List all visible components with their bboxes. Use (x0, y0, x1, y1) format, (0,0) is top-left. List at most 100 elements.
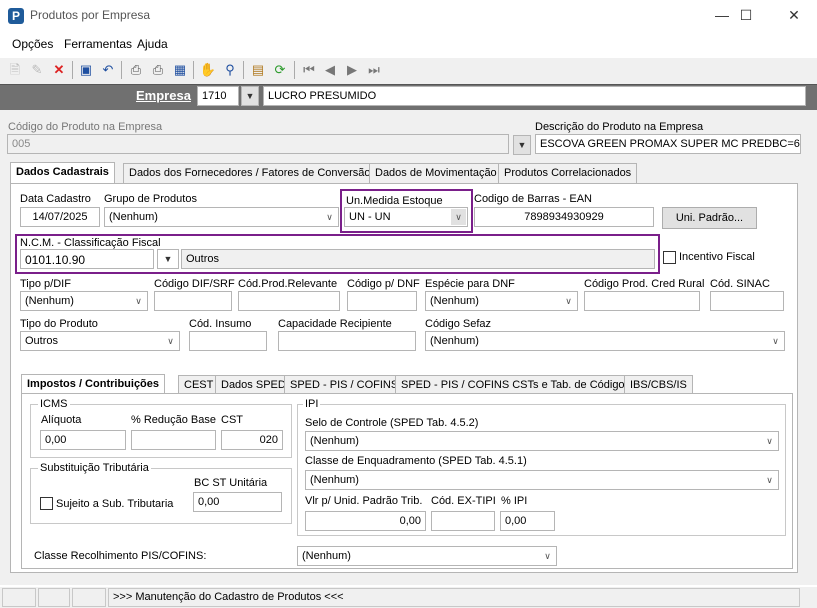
chevron-down-icon: ∨ (766, 436, 773, 446)
chevron-down-icon: ∨ (451, 209, 466, 225)
empresa-name-field: LUCRO PRESUMIDO (263, 86, 806, 106)
undo-icon[interactable]: ↶ (99, 61, 117, 79)
cod-insumo-input[interactable] (189, 331, 267, 351)
data-cadastro-input[interactable]: 14/07/2025 (20, 207, 100, 227)
codigo-dropdown-icon[interactable]: ▼ (513, 135, 531, 155)
reducao-label: % Redução Base (131, 414, 216, 426)
tab-cest[interactable]: CEST (178, 375, 220, 395)
tipo-dif-select[interactable]: (Nenhum) ∨ (20, 291, 148, 311)
export-icon[interactable]: ▦ (171, 61, 189, 79)
tab-sped-pis[interactable]: SPED - PIS / COFINS (284, 375, 405, 395)
cod-sinac-label: Cód. SINAC (710, 278, 770, 290)
descricao-input[interactable]: ESCOVA GREEN PROMAX SUPER MC PREDBC=65% (535, 134, 801, 154)
tab-correlacionados[interactable]: Produtos Correlacionados (498, 163, 638, 183)
tab-sped-pis-csts[interactable]: SPED - PIS / COFINS CSTs e Tab. de Códig… (395, 375, 637, 395)
aliquota-input[interactable]: 0,00 (40, 430, 126, 450)
cod-prod-rel-input[interactable] (238, 291, 340, 311)
save-icon[interactable]: ▣ (77, 61, 95, 79)
tab-fornecedores[interactable]: Dados dos Fornecedores / Fatores de Conv… (123, 163, 377, 183)
grupo-select[interactable]: (Nenhum) ∨ (104, 207, 339, 227)
print-preview-icon[interactable]: ⎙ (149, 61, 167, 79)
pis-cofins-label: Classe Recolhimento PIS/COFINS: (34, 550, 207, 562)
bc-st-label: BC ST Unitária (194, 477, 268, 489)
cod-prod-rel-label: Cód.Prod.Relevante (238, 278, 338, 290)
ex-tipi-label: Cód. EX-TIPI (431, 495, 496, 507)
pis-cofins-select[interactable]: (Nenhum) ∨ (297, 546, 557, 566)
ncm-input[interactable]: 0101.10.90 (20, 249, 154, 269)
especie-dnf-select[interactable]: (Nenhum) ∨ (425, 291, 578, 311)
st-group-label: Substituição Tributária (38, 462, 151, 474)
toolbar-separator (243, 61, 244, 79)
close-icon[interactable]: ✕ (771, 0, 817, 32)
status-cell (38, 588, 70, 607)
reducao-input[interactable] (131, 430, 216, 450)
maximize-icon[interactable]: ☐ (723, 0, 769, 32)
vlr-label: Vlr p/ Unid. Padrão Trib. (305, 495, 423, 507)
cod-sefaz-label: Código Sefaz (425, 318, 492, 330)
cod-dif-input[interactable] (154, 291, 232, 311)
pct-ipi-input[interactable]: 0,00 (500, 511, 555, 531)
menu-opcoes[interactable]: Opções (12, 37, 53, 51)
incentivo-checkbox[interactable] (663, 251, 676, 264)
delete-icon[interactable]: ✕ (50, 61, 68, 79)
empresa-code-input[interactable]: 1710 (197, 86, 239, 106)
cod-sefaz-select[interactable]: (Nenhum) ∨ (425, 331, 785, 351)
empresa-label: Empresa (136, 88, 191, 103)
chevron-down-icon: ∨ (565, 296, 572, 306)
aliquota-label: Alíquota (41, 414, 82, 426)
cod-sinac-input[interactable] (710, 291, 784, 311)
tab-dados-cadastrais[interactable]: Dados Cadastrais (10, 162, 115, 184)
hand-icon[interactable]: ✋ (199, 61, 217, 79)
cod-cred-label: Código Prod. Cred Rural (584, 278, 705, 290)
next-icon[interactable]: ▶ (343, 61, 361, 79)
print-icon[interactable]: ⎙ (127, 61, 145, 79)
toolbar (0, 58, 817, 84)
ean-input[interactable]: 7898934930929 (474, 207, 654, 227)
un-padrao-button[interactable]: Uni. Padrão... (662, 207, 757, 229)
toolbar-separator (72, 61, 73, 79)
last-icon[interactable]: ⏭ (365, 61, 383, 79)
selo-select[interactable]: (Nenhum) ∨ (305, 431, 779, 451)
cod-cred-input[interactable] (584, 291, 700, 311)
um-label: Un.Medida Estoque (346, 195, 443, 207)
cod-insumo-label: Cód. Insumo (189, 318, 252, 330)
chevron-down-icon: ∨ (772, 336, 779, 346)
cst-input[interactable]: 020 (221, 430, 283, 450)
ex-tipi-input[interactable] (431, 511, 495, 531)
config-icon[interactable]: ▤ (249, 61, 267, 79)
cod-dnf-label: Código p/ DNF (347, 278, 420, 290)
um-select[interactable]: UN - UN ∨ (344, 207, 468, 227)
cod-dnf-input[interactable] (347, 291, 417, 311)
tab-movimentacao[interactable]: Dados de Movimentação (369, 163, 503, 183)
ncm-dropdown-icon[interactable]: ▼ (157, 249, 179, 269)
tab-dados-sped[interactable]: Dados SPED (215, 375, 292, 395)
tab-ibs-cbs[interactable]: IBS/CBS/IS (624, 375, 693, 395)
sub-tributaria-checkbox[interactable] (40, 497, 53, 510)
capacidade-input[interactable] (278, 331, 416, 351)
capacidade-label: Capacidade Recipiente (278, 318, 392, 330)
chevron-down-icon: ∨ (135, 296, 142, 306)
vlr-input[interactable]: 0,00 (305, 511, 426, 531)
especie-dnf-label: Espécie para DNF (425, 278, 515, 290)
menu-ferramentas[interactable]: Ferramentas (64, 37, 132, 51)
classe-select[interactable]: (Nenhum) ∨ (305, 470, 779, 490)
tab-impostos[interactable]: Impostos / Contribuições (21, 374, 166, 394)
menu-ajuda[interactable]: Ajuda (137, 37, 168, 51)
prev-icon[interactable]: ◀ (321, 61, 339, 79)
edit-icon[interactable]: ✎ (28, 61, 46, 79)
tipo-prod-select[interactable]: Outros ∨ (20, 331, 180, 351)
search-icon[interactable]: ⚲ (221, 61, 239, 79)
toolbar-separator (294, 61, 295, 79)
chevron-down-icon: ∨ (544, 551, 551, 561)
new-icon[interactable]: 🗎 (6, 61, 24, 79)
refresh-icon[interactable]: ⟳ (271, 61, 289, 79)
chevron-down-icon: ∨ (167, 336, 174, 346)
data-cadastro-label: Data Cadastro (20, 193, 91, 205)
tipo-dif-label: Tipo p/DIF (20, 278, 71, 290)
app-icon: P (8, 8, 24, 24)
codigo-produto-input[interactable]: 005 (7, 134, 509, 154)
empresa-dropdown-icon[interactable]: ▼ (241, 86, 259, 106)
first-icon[interactable]: ⏮ (300, 61, 318, 79)
bc-st-input[interactable]: 0,00 (193, 492, 282, 512)
ncm-label: N.C.M. - Classificação Fiscal (20, 237, 161, 249)
